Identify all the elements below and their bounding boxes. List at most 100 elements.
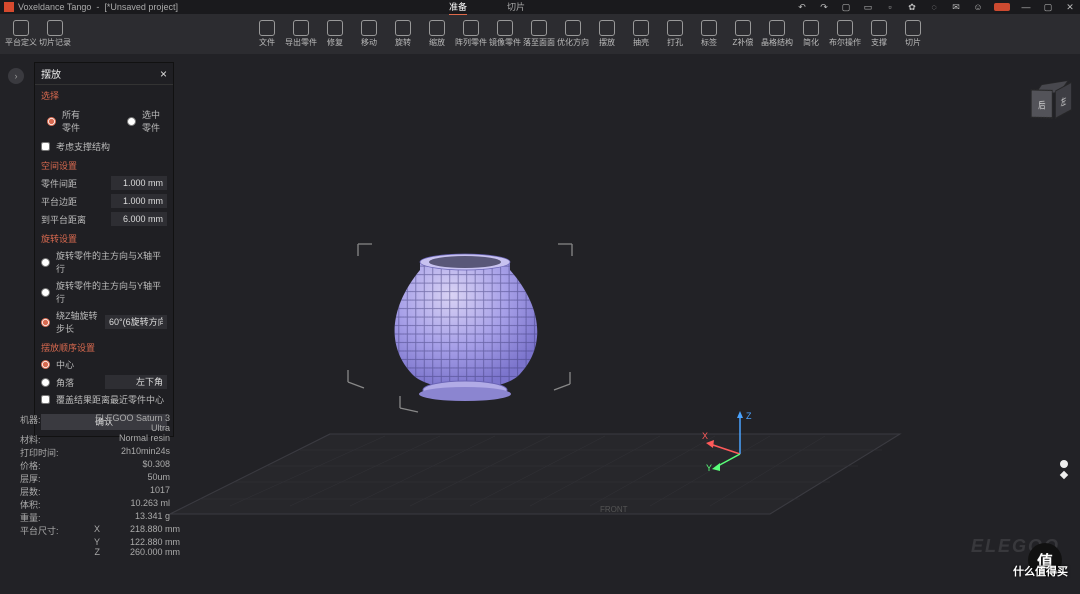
arrange-icon bbox=[599, 20, 615, 36]
tool-repair[interactable]: 修复 bbox=[320, 16, 350, 52]
input-plate-margin[interactable] bbox=[111, 194, 167, 208]
print-info: 机器:ELEGOO Saturn 3 Ultra 材料:Normal resin… bbox=[20, 413, 180, 557]
radio-all-parts[interactable]: 所有零件 bbox=[41, 106, 87, 136]
tool-file[interactable]: 文件 bbox=[252, 16, 282, 52]
arrange-panel: 摆放 × 选择 所有零件 选中零件 考虑支撑结构 空间设置 零件间距 平台边距 … bbox=[34, 62, 174, 437]
tool-label: Z补偿 bbox=[733, 37, 754, 48]
close-window-icon[interactable]: ✕ bbox=[1064, 1, 1076, 13]
redo-icon[interactable]: ↷ bbox=[818, 1, 830, 13]
input-to-plate[interactable] bbox=[111, 212, 167, 226]
accent-indicator bbox=[994, 3, 1010, 11]
radio-z-step[interactable]: 绕Z轴旋转步长 bbox=[41, 309, 105, 335]
tool-label: 镜像零件 bbox=[489, 37, 521, 48]
settings-icon[interactable]: ✿ bbox=[906, 1, 918, 13]
tool-optimize-orient[interactable]: 优化方向 bbox=[558, 16, 588, 52]
radio-y-parallel[interactable]: 旋转零件的主方向与Y轴平行 bbox=[35, 277, 173, 307]
tool-label: 旋转 bbox=[395, 37, 411, 48]
scale-icon bbox=[429, 20, 445, 36]
radio-corner[interactable]: 角落 bbox=[41, 376, 74, 389]
help-icon[interactable]: ◌ bbox=[928, 1, 940, 13]
tool-label: 导出零件 bbox=[285, 37, 317, 48]
axis-gizmo[interactable]: Z X Y bbox=[720, 409, 780, 472]
select-corner[interactable] bbox=[105, 375, 167, 389]
label-icon bbox=[701, 20, 717, 36]
app-icon bbox=[4, 2, 14, 12]
tool-z-compensate[interactable]: Z补偿 bbox=[728, 16, 758, 52]
array-parts-icon bbox=[463, 20, 479, 36]
tool-lattice[interactable]: 晶格结构 bbox=[762, 16, 792, 52]
lattice-icon bbox=[769, 20, 785, 36]
input-z-step[interactable] bbox=[105, 315, 167, 329]
tool-label: 缩放 bbox=[429, 37, 445, 48]
support-icon bbox=[871, 20, 887, 36]
tool-label: 打孔 bbox=[667, 37, 683, 48]
input-part-gap[interactable] bbox=[111, 176, 167, 190]
tool-drill[interactable]: 打孔 bbox=[660, 16, 690, 52]
model-vase[interactable] bbox=[395, 254, 538, 401]
tool-arrange[interactable]: 摆放 bbox=[592, 16, 622, 52]
tool-support[interactable]: 支撑 bbox=[864, 16, 894, 52]
open-icon[interactable]: ▭ bbox=[862, 1, 874, 13]
close-panel-icon[interactable]: × bbox=[160, 67, 167, 81]
export-parts-icon bbox=[293, 20, 309, 36]
tool-scale[interactable]: 缩放 bbox=[422, 16, 452, 52]
tool-platform-define[interactable]: 平台定义 bbox=[6, 16, 36, 52]
tab-prepare[interactable]: 准备 bbox=[449, 0, 467, 15]
tool-boolean[interactable]: 布尔操作 bbox=[830, 16, 860, 52]
tool-slice-record[interactable]: 切片记录 bbox=[40, 16, 70, 52]
check-consider-support[interactable]: 考虑支撑结构 bbox=[35, 138, 173, 155]
simplify-icon bbox=[803, 20, 819, 36]
tool-array-parts[interactable]: 阵列零件 bbox=[456, 16, 486, 52]
radio-x-parallel[interactable]: 旋转零件的主方向与X轴平行 bbox=[35, 247, 173, 277]
radio-selected-parts[interactable]: 选中零件 bbox=[121, 106, 167, 136]
section-space: 空间设置 bbox=[35, 155, 173, 174]
svg-text:FRONT: FRONT bbox=[600, 505, 628, 514]
tool-export-parts[interactable]: 导出零件 bbox=[286, 16, 316, 52]
check-override[interactable]: 覆盖结果距离最近零件中心 bbox=[35, 391, 173, 408]
feedback-icon[interactable]: ✉ bbox=[950, 1, 962, 13]
rotate-icon bbox=[395, 20, 411, 36]
file-icon bbox=[259, 20, 275, 36]
radio-center[interactable]: 中心 bbox=[35, 356, 173, 373]
tool-rotate[interactable]: 旋转 bbox=[388, 16, 418, 52]
tool-move[interactable]: 移动 bbox=[354, 16, 384, 52]
drill-icon bbox=[667, 20, 683, 36]
orientation-cube[interactable]: 后 左 bbox=[1034, 79, 1065, 116]
toggle-panel-button[interactable]: › bbox=[8, 68, 24, 84]
undo-icon[interactable]: ↶ bbox=[796, 1, 808, 13]
tool-label: 摆放 bbox=[599, 37, 615, 48]
tool-label: 标签 bbox=[701, 37, 717, 48]
drop-to-plate-icon bbox=[531, 20, 547, 36]
svg-text:Y: Y bbox=[706, 463, 712, 473]
platform-define-icon bbox=[13, 20, 29, 36]
layer-slider[interactable] bbox=[1060, 460, 1068, 478]
panel-title: 摆放 bbox=[41, 66, 61, 81]
slice-record-icon bbox=[47, 20, 63, 36]
save-icon[interactable]: ▫ bbox=[884, 1, 896, 13]
tool-label: 阵列零件 bbox=[455, 37, 487, 48]
tool-label[interactable]: 标签 bbox=[694, 16, 724, 52]
hollow-icon bbox=[633, 20, 649, 36]
tool-label: 文件 bbox=[259, 37, 275, 48]
tool-label: 平台定义 bbox=[5, 37, 37, 48]
tool-label: 优化方向 bbox=[557, 37, 589, 48]
tool-hollow[interactable]: 抽壳 bbox=[626, 16, 656, 52]
tool-label: 移动 bbox=[361, 37, 377, 48]
tool-label: 切片 bbox=[905, 37, 921, 48]
tool-simplify[interactable]: 简化 bbox=[796, 16, 826, 52]
tool-mirror-parts[interactable]: 镜像零件 bbox=[490, 16, 520, 52]
tool-label: 落至面面 bbox=[523, 37, 555, 48]
tool-drop-to-plate[interactable]: 落至面面 bbox=[524, 16, 554, 52]
tool-label: 修复 bbox=[327, 37, 343, 48]
tab-slice[interactable]: 切片 bbox=[507, 0, 525, 15]
svg-text:Z: Z bbox=[746, 411, 752, 421]
section-order: 摆放顺序设置 bbox=[35, 337, 173, 356]
boolean-icon bbox=[837, 20, 853, 36]
minimize-icon[interactable]: — bbox=[1020, 1, 1032, 13]
user-icon[interactable]: ☺ bbox=[972, 1, 984, 13]
z-compensate-icon bbox=[735, 20, 751, 36]
tool-label: 简化 bbox=[803, 37, 819, 48]
maximize-icon[interactable]: ▢ bbox=[1042, 1, 1054, 13]
new-icon[interactable]: ▢ bbox=[840, 1, 852, 13]
tool-slice-tool[interactable]: 切片 bbox=[898, 16, 928, 52]
